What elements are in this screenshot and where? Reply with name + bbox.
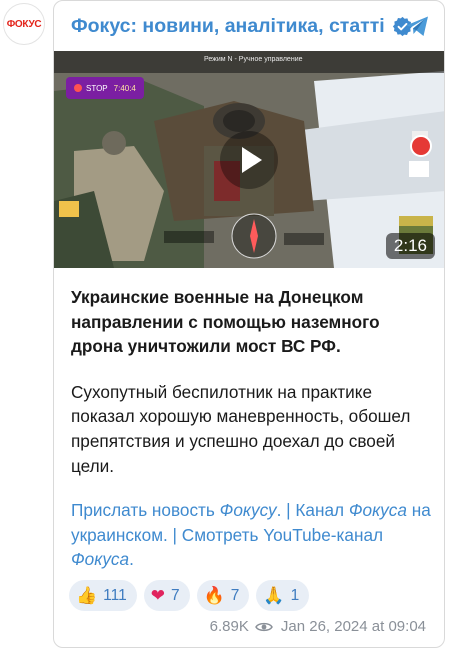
stop-dot-icon <box>74 84 82 92</box>
view-count: 6.89K <box>209 618 249 635</box>
heart-icon: ❤ <box>150 585 165 606</box>
post-body: Украинские военные на Донецком направлен… <box>71 285 431 478</box>
channel-title[interactable]: Фокус: новини, аналітика, статті <box>71 15 385 38</box>
message-card: Фокус: новини, аналітика, статті Режим N… <box>53 0 445 648</box>
message-header: Фокус: новини, аналітика, статті <box>54 1 444 51</box>
reaction-count: 7 <box>170 586 180 604</box>
reaction-heart[interactable]: ❤ 7 <box>143 580 190 611</box>
thumbs-up-icon: 👍 <box>76 585 98 606</box>
post-headline: Украинские военные на Донецком направлен… <box>71 287 380 357</box>
link-separator: | <box>167 524 182 545</box>
video-stop-label: STOP <box>86 83 108 93</box>
post-text: Сухопутный беспилотник на практике показ… <box>71 381 411 476</box>
post-date: Jan 26, 2024 at 09:04 <box>280 618 426 635</box>
telegram-share-icon[interactable] <box>404 13 430 39</box>
send-news-link[interactable]: Прислать новость Фокусу. <box>71 500 281 520</box>
video-stop-time: 7:40:4 <box>113 83 136 93</box>
eye-icon <box>255 622 273 631</box>
reaction-count: 1 <box>290 586 300 604</box>
pray-icon: 🙏 <box>263 585 285 606</box>
video-player[interactable]: Режим N - Ручное управление STOP 7:40:4 … <box>54 51 444 268</box>
reaction-fire[interactable]: 🔥 7 <box>196 580 250 611</box>
post-links: Прислать новость Фокусу. | Канал Фокуса … <box>71 498 436 572</box>
video-duration: 2:16 <box>385 233 435 259</box>
reaction-thumbs-up[interactable]: 👍 111 <box>69 580 137 611</box>
video-stop-badge: STOP 7:40:4 <box>66 77 144 99</box>
message-meta: 6.89K Jan 26, 2024 at 09:04 <box>210 618 426 635</box>
video-hud-bar: Режим N - Ручное управление <box>54 51 444 73</box>
reaction-count: 7 <box>230 586 240 604</box>
reaction-count: 111 <box>103 586 127 604</box>
play-icon <box>241 146 262 173</box>
reactions-bar: 👍 111 ❤ 7 🔥 7 🙏 1 <box>69 580 316 611</box>
play-button[interactable] <box>220 130 278 189</box>
link-separator: | <box>281 500 296 520</box>
video-hud-mode: Режим N - Ручное управление <box>204 56 303 63</box>
reaction-pray[interactable]: 🙏 1 <box>256 580 310 611</box>
fire-icon: 🔥 <box>203 585 225 606</box>
record-icon <box>410 135 432 157</box>
avatar-logo-text: ФОКУС <box>6 18 42 30</box>
channel-avatar[interactable]: ФОКУС <box>3 3 45 45</box>
